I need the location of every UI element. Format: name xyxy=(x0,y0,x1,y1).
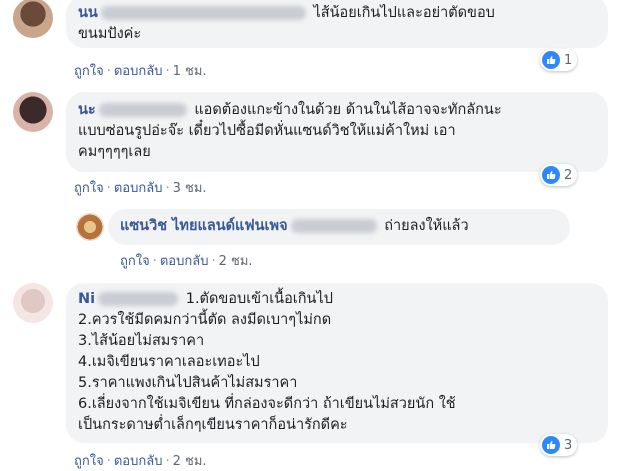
comment-text: 3.ไส้น้อยไม่สมราคา xyxy=(78,333,205,349)
comment-text: 1.ตัดขอบเข้าเนื้อเกินไป xyxy=(185,291,333,307)
comment-author[interactable]: นะ xyxy=(78,102,96,118)
reply-bubble: แซนวิช ไทยแลนด์แฟนเพจ ถ่ายลงให้แล้ว xyxy=(108,209,570,245)
comment-bubble: นะ แอดต้องแกะข้างในด้วย ด้านในไส้อาจจะทั… xyxy=(66,92,608,172)
reaction-count[interactable]: 3 xyxy=(540,434,578,456)
like-reaction-icon xyxy=(542,51,560,69)
reply-actions: ถูกใจ · ตอบกลับ · 2 ชม. xyxy=(120,254,253,269)
comment-text: ขนมปังค่ะ xyxy=(78,26,142,42)
reaction-count[interactable]: 1 xyxy=(540,49,578,71)
reply-author[interactable]: แซนวิช ไทยแลนด์แฟนเพจ xyxy=(120,218,288,234)
comment-actions: ถูกใจ · ตอบกลับ · 2 ชม. xyxy=(74,454,207,469)
like-reaction-icon xyxy=(542,436,560,454)
like-reaction-icon xyxy=(542,166,560,184)
like-link[interactable]: ถูกใจ xyxy=(74,454,104,469)
comment-text: แอดต้องแกะข้างในด้วย ด้านในไส้อาจจะทักลั… xyxy=(194,102,502,118)
reply-link[interactable]: ตอบกลับ xyxy=(114,181,163,196)
reply-link[interactable]: ตอบกลับ xyxy=(114,454,163,469)
avatar[interactable] xyxy=(13,0,53,38)
timestamp[interactable]: 1 ชม. xyxy=(173,64,207,79)
comment-bubble: นน ไส้น้อยเกินไปและอย่าตัดขอบ ขนมปังค่ะ xyxy=(66,0,608,48)
comment-text: ไส้น้อยเกินไปและอย่าตัดขอบ xyxy=(313,5,495,21)
comment-author[interactable]: นน xyxy=(78,5,98,21)
redacted-name xyxy=(100,6,306,20)
avatar[interactable] xyxy=(13,92,53,132)
comment-author[interactable]: Ni xyxy=(78,291,95,307)
comment-actions: ถูกใจ · ตอบกลับ · 1 ชม. xyxy=(74,64,207,79)
reply-link[interactable]: ตอบกลับ xyxy=(114,64,163,79)
comment-text: คมๆๆๆๆเลย xyxy=(78,144,151,160)
reply-link[interactable]: ตอบกลับ xyxy=(160,254,209,269)
reaction-count[interactable]: 2 xyxy=(540,164,578,186)
timestamp[interactable]: 2 ชม. xyxy=(219,254,253,269)
timestamp[interactable]: 3 ชม. xyxy=(173,181,207,196)
redacted-name xyxy=(98,103,187,117)
comment-text: 6.เลี่ยงจากใช้เมจิเขียน ที่กล่องจะดีกว่า… xyxy=(78,396,456,412)
comment-text: 4.เมจิเขียนราคาเลอะเทอะไป xyxy=(78,354,260,370)
comment-text: 2.ควรใช้มีดคมกว่านี้ตัด ลงมีดเบาๆไม่กด xyxy=(78,312,332,328)
comment-actions: ถูกใจ · ตอบกลับ · 3 ชม. xyxy=(74,181,207,196)
redacted-name xyxy=(98,292,179,306)
like-link[interactable]: ถูกใจ xyxy=(74,181,104,196)
reply-text: ถ่ายลงให้แล้ว xyxy=(384,218,469,234)
comment-text: 5.ราคาแพงเกินไปสินค้าไม่สมราคา xyxy=(78,375,298,391)
timestamp[interactable]: 2 ชม. xyxy=(173,454,207,469)
like-link[interactable]: ถูกใจ xyxy=(120,254,150,269)
like-link[interactable]: ถูกใจ xyxy=(74,64,104,79)
comment-text: แบบซ่อนรูปอ่ะจ๊ะ เดี๋ยวไปซื้อมีดหั่นแซนด… xyxy=(78,123,456,139)
comment-bubble: Ni 1.ตัดขอบเข้าเนื้อเกินไป 2.ควรใช้มีดคม… xyxy=(66,283,608,443)
redacted-name xyxy=(290,219,377,233)
comment-text: เป็นกระดาษต่ำเล็กๆเขียนราคาก็อน่ารักดีคะ xyxy=(78,417,348,433)
page-avatar[interactable] xyxy=(76,213,104,241)
avatar[interactable] xyxy=(13,283,53,323)
